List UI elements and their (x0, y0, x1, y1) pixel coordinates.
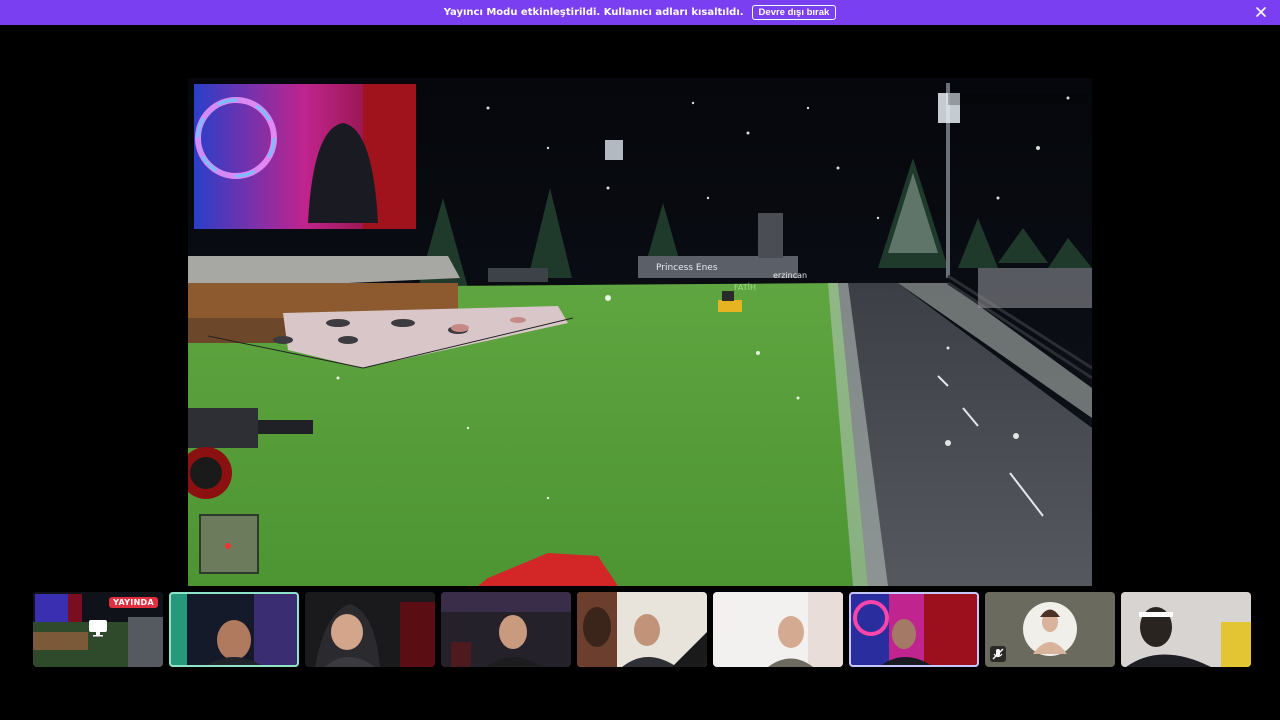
tile-participant-5[interactable] (577, 592, 707, 667)
disable-streamer-mode-button[interactable]: Devre dışı bırak (751, 5, 837, 20)
banner-message: Yayıncı Modu etkinleştirildi. Kullanıcı … (443, 7, 744, 18)
tile-participant-3[interactable] (305, 592, 435, 667)
tile-participant-2[interactable] (169, 592, 299, 667)
tile-participant-6[interactable] (713, 592, 843, 667)
call-stage: Princess Enes erzincan FATİH YAYINDA (0, 25, 1280, 720)
screen-share-icon (89, 620, 107, 637)
tile-participant-4[interactable] (441, 592, 571, 667)
close-icon[interactable] (1254, 5, 1268, 19)
live-badge: YAYINDA (109, 597, 158, 608)
tile-participant-9[interactable] (1121, 592, 1251, 667)
player-name: Princess Enes (656, 263, 718, 273)
tile-participant-8[interactable] (985, 592, 1115, 667)
player-name: FATİH (734, 282, 756, 292)
participant-strip: YAYINDA (33, 592, 1251, 667)
main-stream-video[interactable]: Princess Enes erzincan FATİH (188, 78, 1092, 586)
streamer-mode-banner: Yayıncı Modu etkinleştirildi. Kullanıcı … (0, 0, 1280, 25)
tile-screen-share[interactable]: YAYINDA (33, 592, 163, 667)
microphone-muted-icon (990, 646, 1006, 662)
tile-participant-7[interactable] (849, 592, 979, 667)
player-name: erzincan (773, 271, 807, 280)
